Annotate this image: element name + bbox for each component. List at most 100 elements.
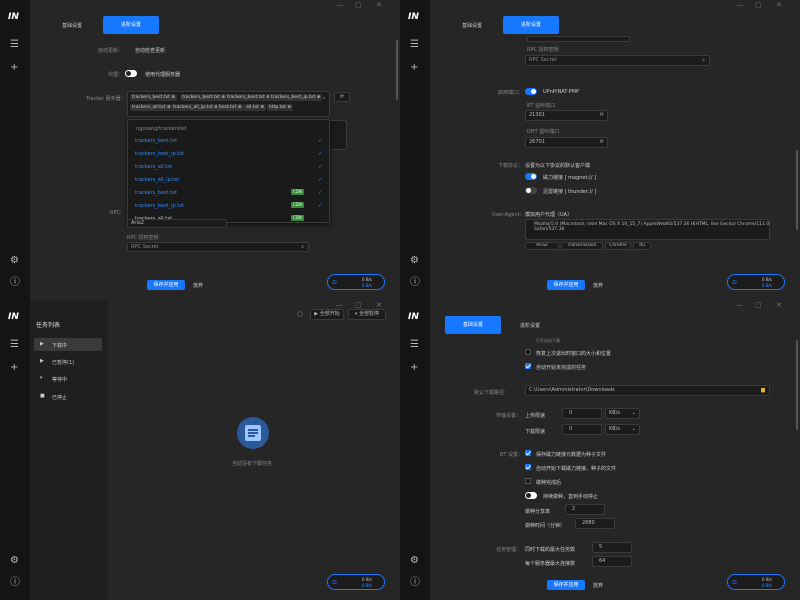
menu-icon[interactable]: ☰ xyxy=(410,340,419,350)
seed-time-input[interactable]: 2880 xyxy=(575,518,615,529)
dir-input[interactable]: C:\Users\Administrator\Downloads ▆ xyxy=(525,385,770,396)
save-button[interactable]: 保存并应用 xyxy=(547,580,585,590)
nav-item-paused[interactable]: ▶ 已暂停(1) xyxy=(34,355,102,368)
close-icon[interactable]: ✕ xyxy=(776,1,782,9)
speed-meter[interactable]: ⊙ 0 B/s 0 B/s xyxy=(727,274,785,290)
up-limit-input[interactable]: 0 xyxy=(562,408,602,419)
tracker-tag[interactable]: best.txt ⊗ xyxy=(217,104,244,111)
speed-meter[interactable]: ⊙ 0 B/s 0 B/s xyxy=(327,274,385,290)
eye-icon[interactable]: ⌕ xyxy=(301,243,304,251)
menu-icon[interactable]: ☰ xyxy=(10,40,19,50)
auto-start-checkbox[interactable] xyxy=(525,363,531,369)
info-icon[interactable]: ⓘ xyxy=(410,278,420,288)
close-icon[interactable]: ✕ xyxy=(376,1,382,9)
keep-seeding-toggle[interactable] xyxy=(525,492,537,499)
rpc-secret-input[interactable]: RPC Secret ⌕ xyxy=(127,242,309,252)
ua-textarea[interactable]: Mozilla/5.0 (Macintosh; Intel Mac OS X 1… xyxy=(525,219,770,240)
max-tasks-input[interactable]: 5 xyxy=(592,542,632,553)
ua-preset-transmission[interactable]: Transmission xyxy=(561,242,603,250)
menu-icon[interactable]: ☰ xyxy=(410,40,419,50)
refresh-icon[interactable]: ⟳ xyxy=(600,138,604,147)
scrollbar[interactable] xyxy=(796,340,798,430)
gear-icon[interactable]: ⚙ xyxy=(410,556,419,566)
discard-button[interactable]: 放弃 xyxy=(593,582,603,589)
pause-all-button[interactable]: ⏸ 全部暂停 xyxy=(348,309,386,320)
gear-icon[interactable]: ⚙ xyxy=(10,556,19,566)
down-limit-input[interactable]: 0 xyxy=(562,424,602,435)
tracker-tag[interactable]: all.txt ⊗ xyxy=(244,104,267,111)
scrollbar[interactable] xyxy=(396,40,398,100)
tracker-tag[interactable]: trackers_best.txt ⊗ xyxy=(225,94,273,101)
maximize-icon[interactable]: ▢ xyxy=(355,1,362,9)
magnet-toggle[interactable] xyxy=(525,173,537,180)
tab-basic[interactable]: 基础设置 xyxy=(462,22,482,29)
dropdown-item[interactable]: trackers_best.txt xyxy=(135,138,177,144)
ua-preset-du[interactable]: du xyxy=(633,242,651,250)
tab-advanced[interactable]: 进阶设置 xyxy=(520,322,540,329)
minimize-icon[interactable]: — xyxy=(336,1,343,9)
tracker-tag[interactable]: trackers_all.txt ⊗ xyxy=(130,104,173,111)
tab-basic[interactable]: 基础设置 xyxy=(62,22,82,29)
save-button[interactable]: 保存并应用 xyxy=(147,280,185,290)
thunder-toggle[interactable] xyxy=(525,187,537,194)
refresh-icon[interactable]: ◌ xyxy=(297,310,303,318)
remember-window-checkbox[interactable] xyxy=(525,349,531,355)
save-button[interactable]: 保存并应用 xyxy=(547,280,585,290)
tracker-tag[interactable]: trackers_best.txt ⊗ xyxy=(180,94,228,101)
upnp-toggle[interactable] xyxy=(525,88,537,95)
tab-basic[interactable]: 基础设置 xyxy=(445,316,501,334)
minimize-icon[interactable]: — xyxy=(736,301,743,309)
down-limit-unit[interactable]: KB/s ⌄ xyxy=(605,424,640,435)
discard-button[interactable]: 放弃 xyxy=(193,282,203,289)
dropdown-item[interactable]: trackers_all_ip.txt xyxy=(135,177,179,183)
up-limit-unit[interactable]: KB/s ⌄ xyxy=(605,408,640,419)
refresh-icon[interactable]: ⟳ xyxy=(600,111,604,120)
folder-icon[interactable]: ▆ xyxy=(761,386,765,395)
bt-auto-download-checkbox[interactable] xyxy=(525,464,531,470)
plus-icon[interactable]: + xyxy=(410,363,418,373)
dropdown-item[interactable]: trackers_all.txt xyxy=(135,164,172,170)
info-icon[interactable]: ⓘ xyxy=(10,578,20,588)
chevron-up-icon[interactable]: ⌃ xyxy=(322,97,326,103)
gear-icon[interactable]: ⚙ xyxy=(10,256,19,266)
plus-icon[interactable]: + xyxy=(10,63,18,73)
eye-icon[interactable]: ⌕ xyxy=(702,56,705,65)
bt-after-seed-checkbox[interactable] xyxy=(525,478,531,484)
start-all-button[interactable]: ▶ 全部开始 xyxy=(310,309,344,320)
rpc-select[interactable]: Aria2 xyxy=(127,219,227,228)
speed-meter[interactable]: ⊙ 0 B/s 0 B/s xyxy=(327,574,385,590)
maximize-icon[interactable]: ▢ xyxy=(755,1,762,9)
tracker-tag[interactable]: trackers_best_ip.txt ⊗ xyxy=(269,94,323,101)
plus-icon[interactable]: + xyxy=(10,363,18,373)
dht-port-input[interactable]: 26701 ⟳ xyxy=(525,137,608,148)
nav-item-downloading[interactable]: ▶ 下载中 xyxy=(34,338,102,351)
nav-item-stopped[interactable]: ■ 已停止 xyxy=(34,390,102,403)
tab-advanced[interactable]: 进阶设置 xyxy=(503,16,559,34)
proxy-toggle[interactable] xyxy=(125,70,137,77)
dropdown-item[interactable]: trackers_best_ip.txt xyxy=(135,151,184,157)
speed-meter[interactable]: ⊙ 0 B/s 0 B/s xyxy=(727,574,785,590)
info-icon[interactable]: ⓘ xyxy=(10,278,20,288)
tab-advanced[interactable]: 进阶设置 xyxy=(103,16,159,34)
dropdown-item[interactable]: trackers_best_ip.txt xyxy=(135,203,184,209)
ratio-input[interactable]: 2 xyxy=(565,504,605,515)
minimize-icon[interactable]: — xyxy=(736,1,743,9)
ua-preset-aria2[interactable]: Aria2 xyxy=(525,242,559,250)
tracker-tag[interactable]: trackers_best.txt ⊗ xyxy=(130,94,178,101)
nav-item-waiting[interactable]: ⏸ 等待中 xyxy=(34,372,102,385)
maximize-icon[interactable]: ▢ xyxy=(755,301,762,309)
scrollbar[interactable] xyxy=(796,150,798,230)
close-icon[interactable]: ✕ xyxy=(376,301,382,309)
dropdown-item[interactable]: trackers_best.txt xyxy=(135,190,177,196)
discard-button[interactable]: 放弃 xyxy=(593,282,603,289)
plus-icon[interactable]: + xyxy=(410,63,418,73)
tracker-tag[interactable]: trackers_all_ip.txt ⊗ xyxy=(171,104,220,111)
gear-icon[interactable]: ⚙ xyxy=(410,256,419,266)
bt-save-metadata-checkbox[interactable] xyxy=(525,450,531,456)
close-icon[interactable]: ✕ xyxy=(776,301,782,309)
max-conn-input[interactable]: 64 xyxy=(592,556,632,567)
info-icon[interactable]: ⓘ xyxy=(410,578,420,588)
bt-port-input[interactable]: 21301 ⟳ xyxy=(525,110,608,121)
ua-preset-chrome[interactable]: Chrome xyxy=(605,242,631,250)
maximize-icon[interactable]: ▢ xyxy=(355,301,362,309)
